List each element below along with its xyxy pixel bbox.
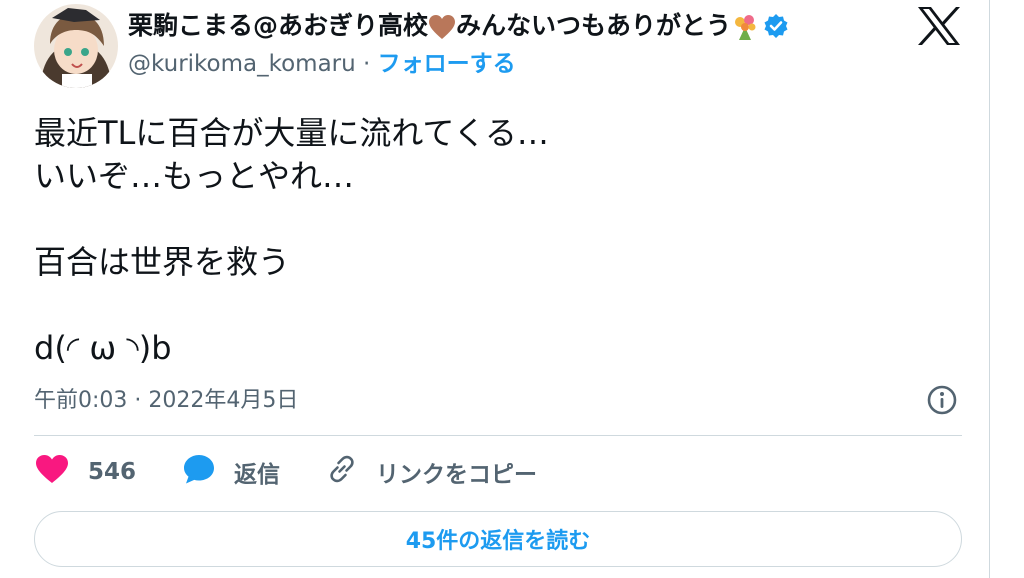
tweet-line bbox=[34, 198, 954, 241]
copy-link-button[interactable]: リンクをコピー bbox=[326, 452, 537, 492]
x-logo-icon[interactable] bbox=[916, 6, 962, 46]
like-count: 546 bbox=[88, 459, 137, 485]
heart-icon bbox=[34, 453, 70, 491]
reply-button[interactable]: 返信 bbox=[182, 452, 280, 492]
reply-label: 返信 bbox=[234, 462, 280, 488]
tweet-line: 最近TLに百合が大量に流れてくる… bbox=[34, 114, 549, 152]
bouquet-emoji-icon bbox=[731, 11, 759, 40]
tweet-line bbox=[34, 284, 954, 327]
verified-badge-icon bbox=[763, 13, 789, 39]
reply-bubble-icon bbox=[182, 453, 216, 491]
read-replies-label: 45件の返信を読む bbox=[405, 529, 591, 554]
tweet-line: 百合は世界を救う bbox=[34, 243, 291, 281]
info-icon[interactable] bbox=[926, 384, 958, 416]
read-replies-button[interactable]: 45件の返信を読む bbox=[34, 511, 962, 567]
author-avatar[interactable] bbox=[34, 4, 118, 88]
link-icon bbox=[326, 453, 358, 491]
tweet-timestamp[interactable]: 午前0:03 · 2022年4月5日 bbox=[34, 382, 298, 414]
brown-heart-emoji-icon bbox=[428, 11, 456, 40]
divider bbox=[34, 435, 962, 436]
display-name-text: 栗駒こまる@あおぎり高校 bbox=[128, 11, 429, 40]
tweet-line: いいぞ…もっとやれ… bbox=[34, 157, 355, 195]
copy-link-label: リンクをコピー bbox=[376, 462, 537, 488]
display-name-suffix: みんないつもありがとう bbox=[456, 11, 732, 40]
tweet-embed-card: 栗駒こまる@あおぎり高校 みんないつもありがとう @kurikoma_komaru… bbox=[0, 0, 990, 578]
author-handle[interactable]: @kurikoma_komaru bbox=[128, 51, 356, 77]
like-button[interactable]: 546 bbox=[34, 452, 136, 492]
author-display-name[interactable]: 栗駒こまる@あおぎり高校 みんないつもありがとう bbox=[128, 8, 789, 43]
tweet-text: 最近TLに百合が大量に流れてくる… いいぞ…もっとやれ… 百合は世界を救う d(… bbox=[34, 112, 954, 370]
tweet-line: d(◜ ω ◝)b bbox=[34, 329, 172, 367]
follow-button[interactable]: フォローする bbox=[378, 51, 516, 77]
author-handle-row: @kurikoma_komaru · フォローする bbox=[128, 48, 516, 80]
separator-dot: · bbox=[363, 51, 371, 77]
